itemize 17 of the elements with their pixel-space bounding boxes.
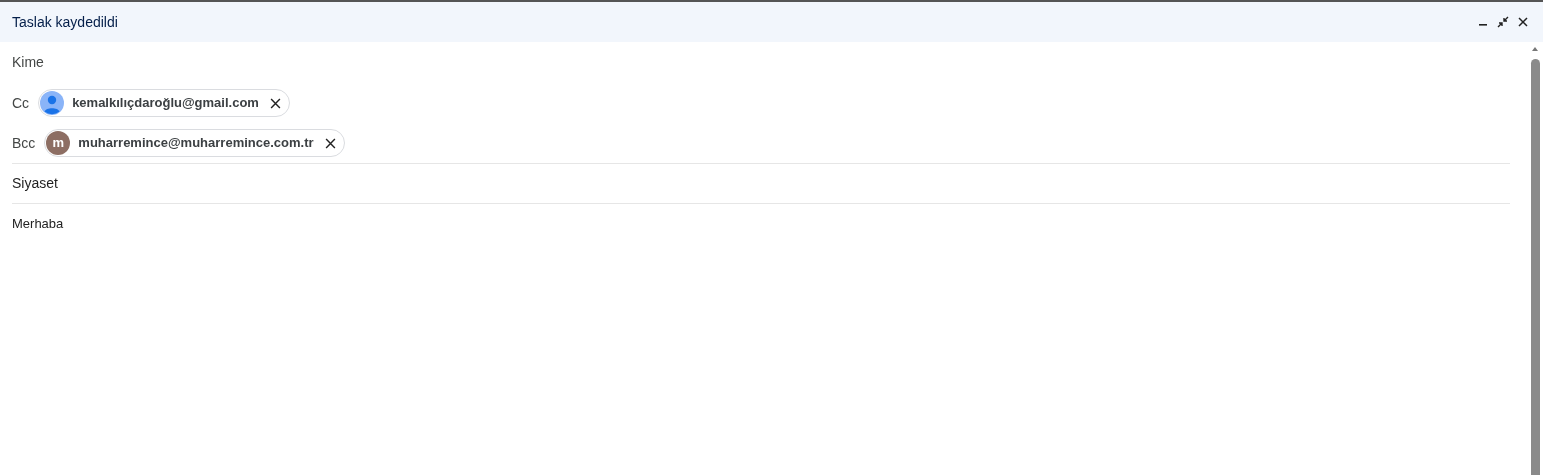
close-icon bbox=[1518, 17, 1528, 27]
recipient-email: muharremince@muharremince.com.tr bbox=[78, 134, 314, 153]
message-body[interactable]: Merhaba bbox=[12, 213, 64, 234]
collapse-icon bbox=[1497, 16, 1509, 28]
scroll-up-icon[interactable] bbox=[1531, 45, 1539, 53]
field-label: Cc bbox=[12, 93, 30, 113]
avatar-icon bbox=[40, 91, 65, 115]
exit-fullscreen-button[interactable] bbox=[1495, 14, 1511, 30]
avatar: m bbox=[46, 131, 71, 155]
field-label: Bcc bbox=[12, 133, 36, 153]
subject-field[interactable]: Siyaset bbox=[12, 173, 58, 194]
to-label: Kime bbox=[12, 53, 44, 72]
remove-icon[interactable] bbox=[323, 136, 338, 150]
minimize-icon bbox=[1479, 24, 1487, 26]
remove-icon[interactable] bbox=[268, 96, 283, 110]
recipient-email: kemalkılıçdaroğlu@gmail.com bbox=[72, 94, 259, 113]
window-title: Taslak kaydedildi bbox=[12, 12, 119, 32]
